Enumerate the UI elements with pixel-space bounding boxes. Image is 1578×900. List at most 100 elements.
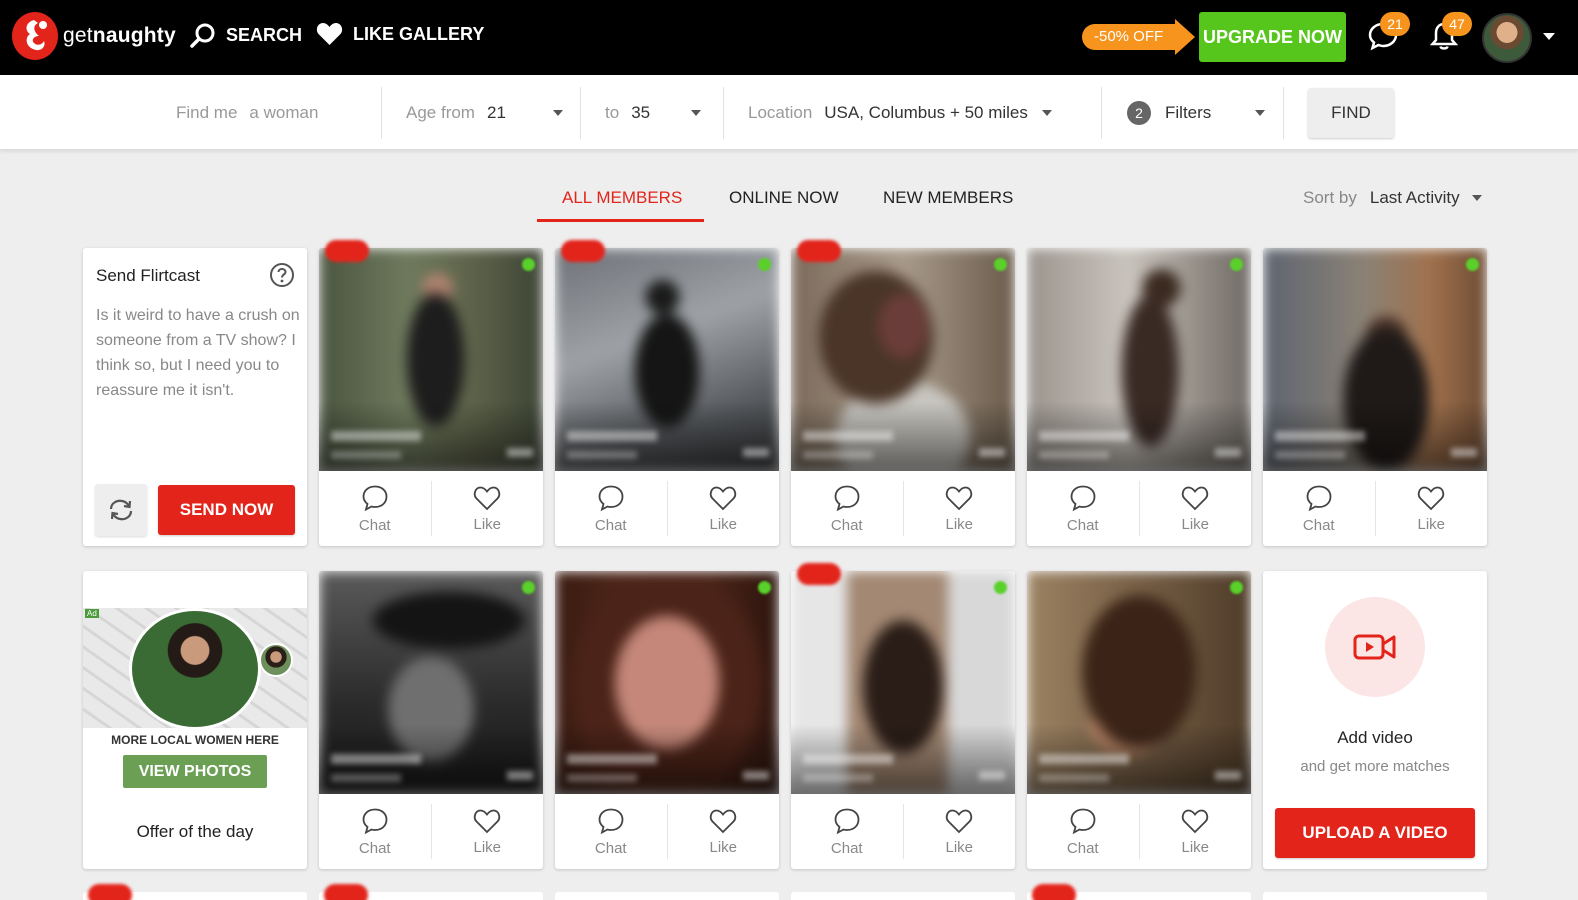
send-now-button[interactable]: SEND NOW xyxy=(158,485,295,535)
notifications-button[interactable]: 47 xyxy=(1429,12,1472,55)
like-button[interactable]: Like xyxy=(1140,471,1252,546)
location-label: Location xyxy=(748,102,813,122)
logo-text-bold: naughty xyxy=(92,24,176,47)
member-distance-blurred xyxy=(567,451,637,459)
tab-online-now[interactable]: ONLINE NOW xyxy=(729,188,839,208)
question-circle-icon[interactable] xyxy=(269,262,295,288)
heart-icon xyxy=(474,486,501,510)
logo-text-light: get xyxy=(63,24,93,47)
find-me-filter[interactable]: Find me a woman xyxy=(176,75,330,150)
ad-heading: MORE LOCAL WOMEN HERE xyxy=(111,733,279,747)
chat-button[interactable]: Chat xyxy=(1027,794,1139,869)
like-label: Like xyxy=(1417,515,1446,533)
like-button[interactable]: Like xyxy=(668,471,780,546)
flirtcast-card: Send Flirtcast Is it weird to have a cru… xyxy=(83,248,307,546)
age-to-select[interactable]: to 35 xyxy=(605,75,702,150)
age-from-select[interactable]: Age from 21 xyxy=(406,75,563,150)
member-photo[interactable] xyxy=(1263,248,1487,471)
member-photo[interactable] xyxy=(555,248,779,471)
top-navigation-bar: getnaughty SEARCH LIKE GALLERY -50% OFF … xyxy=(0,0,1578,75)
member-card-partial[interactable] xyxy=(1263,892,1487,900)
member-distance-blurred xyxy=(1039,774,1109,782)
upgrade-now-button[interactable]: UPGRADE NOW xyxy=(1199,12,1346,62)
photo-count-blurred xyxy=(743,771,769,780)
new-member-badge xyxy=(88,884,132,900)
member-photo[interactable] xyxy=(1027,248,1251,471)
chat-label: Chat xyxy=(1302,516,1335,534)
member-actions: Chat Like xyxy=(319,794,543,869)
photo-count-blurred xyxy=(507,771,533,780)
like-button[interactable]: Like xyxy=(1376,471,1488,546)
find-me-value: a woman xyxy=(249,102,319,122)
chat-button[interactable]: Chat xyxy=(1027,471,1139,546)
user-avatar[interactable] xyxy=(1482,13,1532,63)
member-actions: Chat Like xyxy=(1027,471,1251,546)
chat-button[interactable]: Chat xyxy=(555,794,667,869)
member-card[interactable]: Chat Like xyxy=(1027,571,1251,869)
view-photos-button[interactable]: VIEW PHOTOS xyxy=(123,755,267,788)
member-card[interactable]: Chat Like xyxy=(791,240,1015,546)
location-select[interactable]: Location USA, Columbus + 50 miles xyxy=(748,75,1052,150)
new-member-badge xyxy=(561,240,605,262)
nav-search[interactable]: SEARCH xyxy=(190,22,302,48)
like-button[interactable]: Like xyxy=(668,794,780,869)
member-card[interactable]: Chat Like xyxy=(791,563,1016,869)
chat-button[interactable]: Chat xyxy=(791,471,903,546)
filter-divider xyxy=(381,87,382,139)
like-button[interactable]: Like xyxy=(1140,794,1252,869)
ad-card[interactable]: Ad MORE LOCAL WOMEN HERE VIEW PHOTOS Off… xyxy=(83,571,307,869)
member-photo[interactable] xyxy=(555,571,779,794)
video-camera-icon xyxy=(1353,634,1396,660)
active-tab-indicator xyxy=(537,219,704,222)
member-photo[interactable] xyxy=(319,571,543,794)
tab-new-members[interactable]: NEW MEMBERS xyxy=(883,188,1013,208)
member-photo[interactable] xyxy=(319,248,543,471)
new-member-badge xyxy=(1032,884,1076,900)
more-filters-select[interactable]: 2 Filters xyxy=(1127,75,1265,150)
sort-select[interactable]: Sort by Last Activity xyxy=(1303,188,1482,208)
upload-video-button[interactable]: UPLOAD A VIDEO xyxy=(1275,808,1475,858)
like-button[interactable]: Like xyxy=(432,794,544,869)
chat-button[interactable]: Chat xyxy=(319,471,431,546)
member-card[interactable]: Chat Like xyxy=(1027,248,1251,546)
member-card[interactable]: Chat Like xyxy=(319,240,544,546)
member-card-partial[interactable] xyxy=(555,892,779,900)
chat-button[interactable]: Chat xyxy=(319,794,431,869)
arrow-right-icon xyxy=(1175,19,1196,55)
search-filter-bar: Find me a woman Age from 21 to 35 Locati… xyxy=(0,75,1578,150)
add-video-subtitle: and get more matches xyxy=(1300,758,1450,775)
online-status-indicator xyxy=(994,581,1007,594)
member-card[interactable]: Chat Like xyxy=(1263,248,1487,546)
chevron-down-icon[interactable] xyxy=(1543,33,1555,40)
member-photo[interactable] xyxy=(791,248,1015,471)
like-button[interactable]: Like xyxy=(904,471,1016,546)
alerts-count-badge: 47 xyxy=(1442,12,1472,36)
photo-count-blurred xyxy=(1215,771,1241,780)
member-name-blurred xyxy=(1275,431,1365,441)
chat-button[interactable]: Chat xyxy=(791,794,903,869)
discount-promo[interactable]: -50% OFF xyxy=(1082,19,1196,55)
like-button[interactable]: Like xyxy=(904,794,1016,869)
member-photo[interactable] xyxy=(1027,571,1251,794)
find-button[interactable]: FIND xyxy=(1308,88,1394,138)
member-card[interactable]: Chat Like xyxy=(319,571,543,869)
chat-button[interactable]: Chat xyxy=(1263,471,1375,546)
refresh-message-button[interactable] xyxy=(95,484,147,536)
heart-icon xyxy=(1182,486,1209,510)
member-card[interactable]: Chat Like xyxy=(555,571,779,869)
like-button[interactable]: Like xyxy=(432,471,544,546)
heart-icon xyxy=(710,486,737,510)
flirtcast-title: Send Flirtcast xyxy=(96,266,200,285)
member-card[interactable]: Chat Like xyxy=(555,240,780,546)
chat-button[interactable]: Chat xyxy=(555,471,667,546)
member-card-partial[interactable] xyxy=(791,892,1015,900)
member-photo[interactable] xyxy=(791,571,1015,794)
online-status-indicator xyxy=(758,258,771,271)
getnaughty-logo[interactable]: getnaughty xyxy=(12,12,176,60)
like-label: Like xyxy=(945,838,974,856)
member-actions: Chat Like xyxy=(791,471,1015,546)
member-distance-blurred xyxy=(803,774,873,782)
nav-like-gallery[interactable]: LIKE GALLERY xyxy=(316,22,484,46)
tab-all-members[interactable]: ALL MEMBERS xyxy=(562,188,682,208)
messages-button[interactable]: 21 xyxy=(1368,12,1410,55)
